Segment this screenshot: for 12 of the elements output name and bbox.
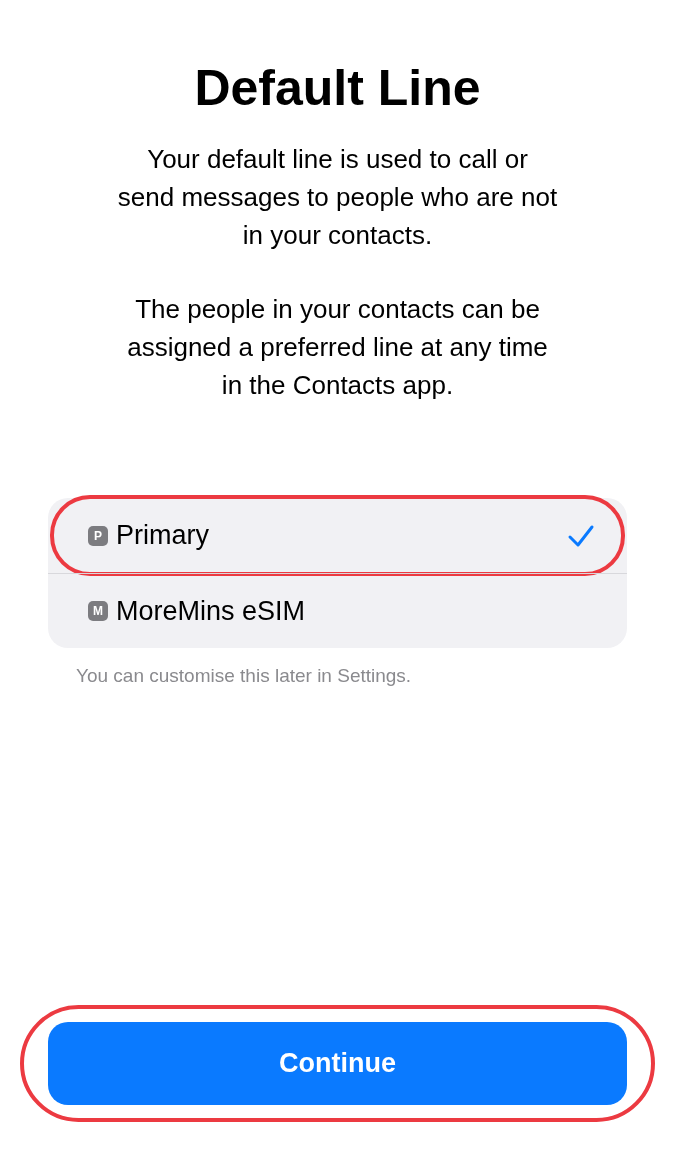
line-option[interactable]: P Primary xyxy=(48,498,627,573)
page-title: Default Line xyxy=(193,59,482,118)
line-label: MoreMins eSIM xyxy=(116,594,306,628)
footnote-text: You can customise this later in Settings. xyxy=(76,664,413,688)
line-label: Primary xyxy=(116,519,209,553)
line-badge: M xyxy=(88,601,108,621)
checkmark-icon xyxy=(567,523,595,548)
line-option[interactable]: M MoreMins eSIM xyxy=(48,573,627,648)
continue-button[interactable]: Continue xyxy=(48,1022,627,1105)
line-badge: P xyxy=(88,525,108,546)
description-text: The people in your contacts can be assigned a preferred line at any time in the Contacts app. xyxy=(126,293,549,402)
description-text: Your default line is used to call or send messages to people who are not in your contacts. xyxy=(117,143,558,252)
